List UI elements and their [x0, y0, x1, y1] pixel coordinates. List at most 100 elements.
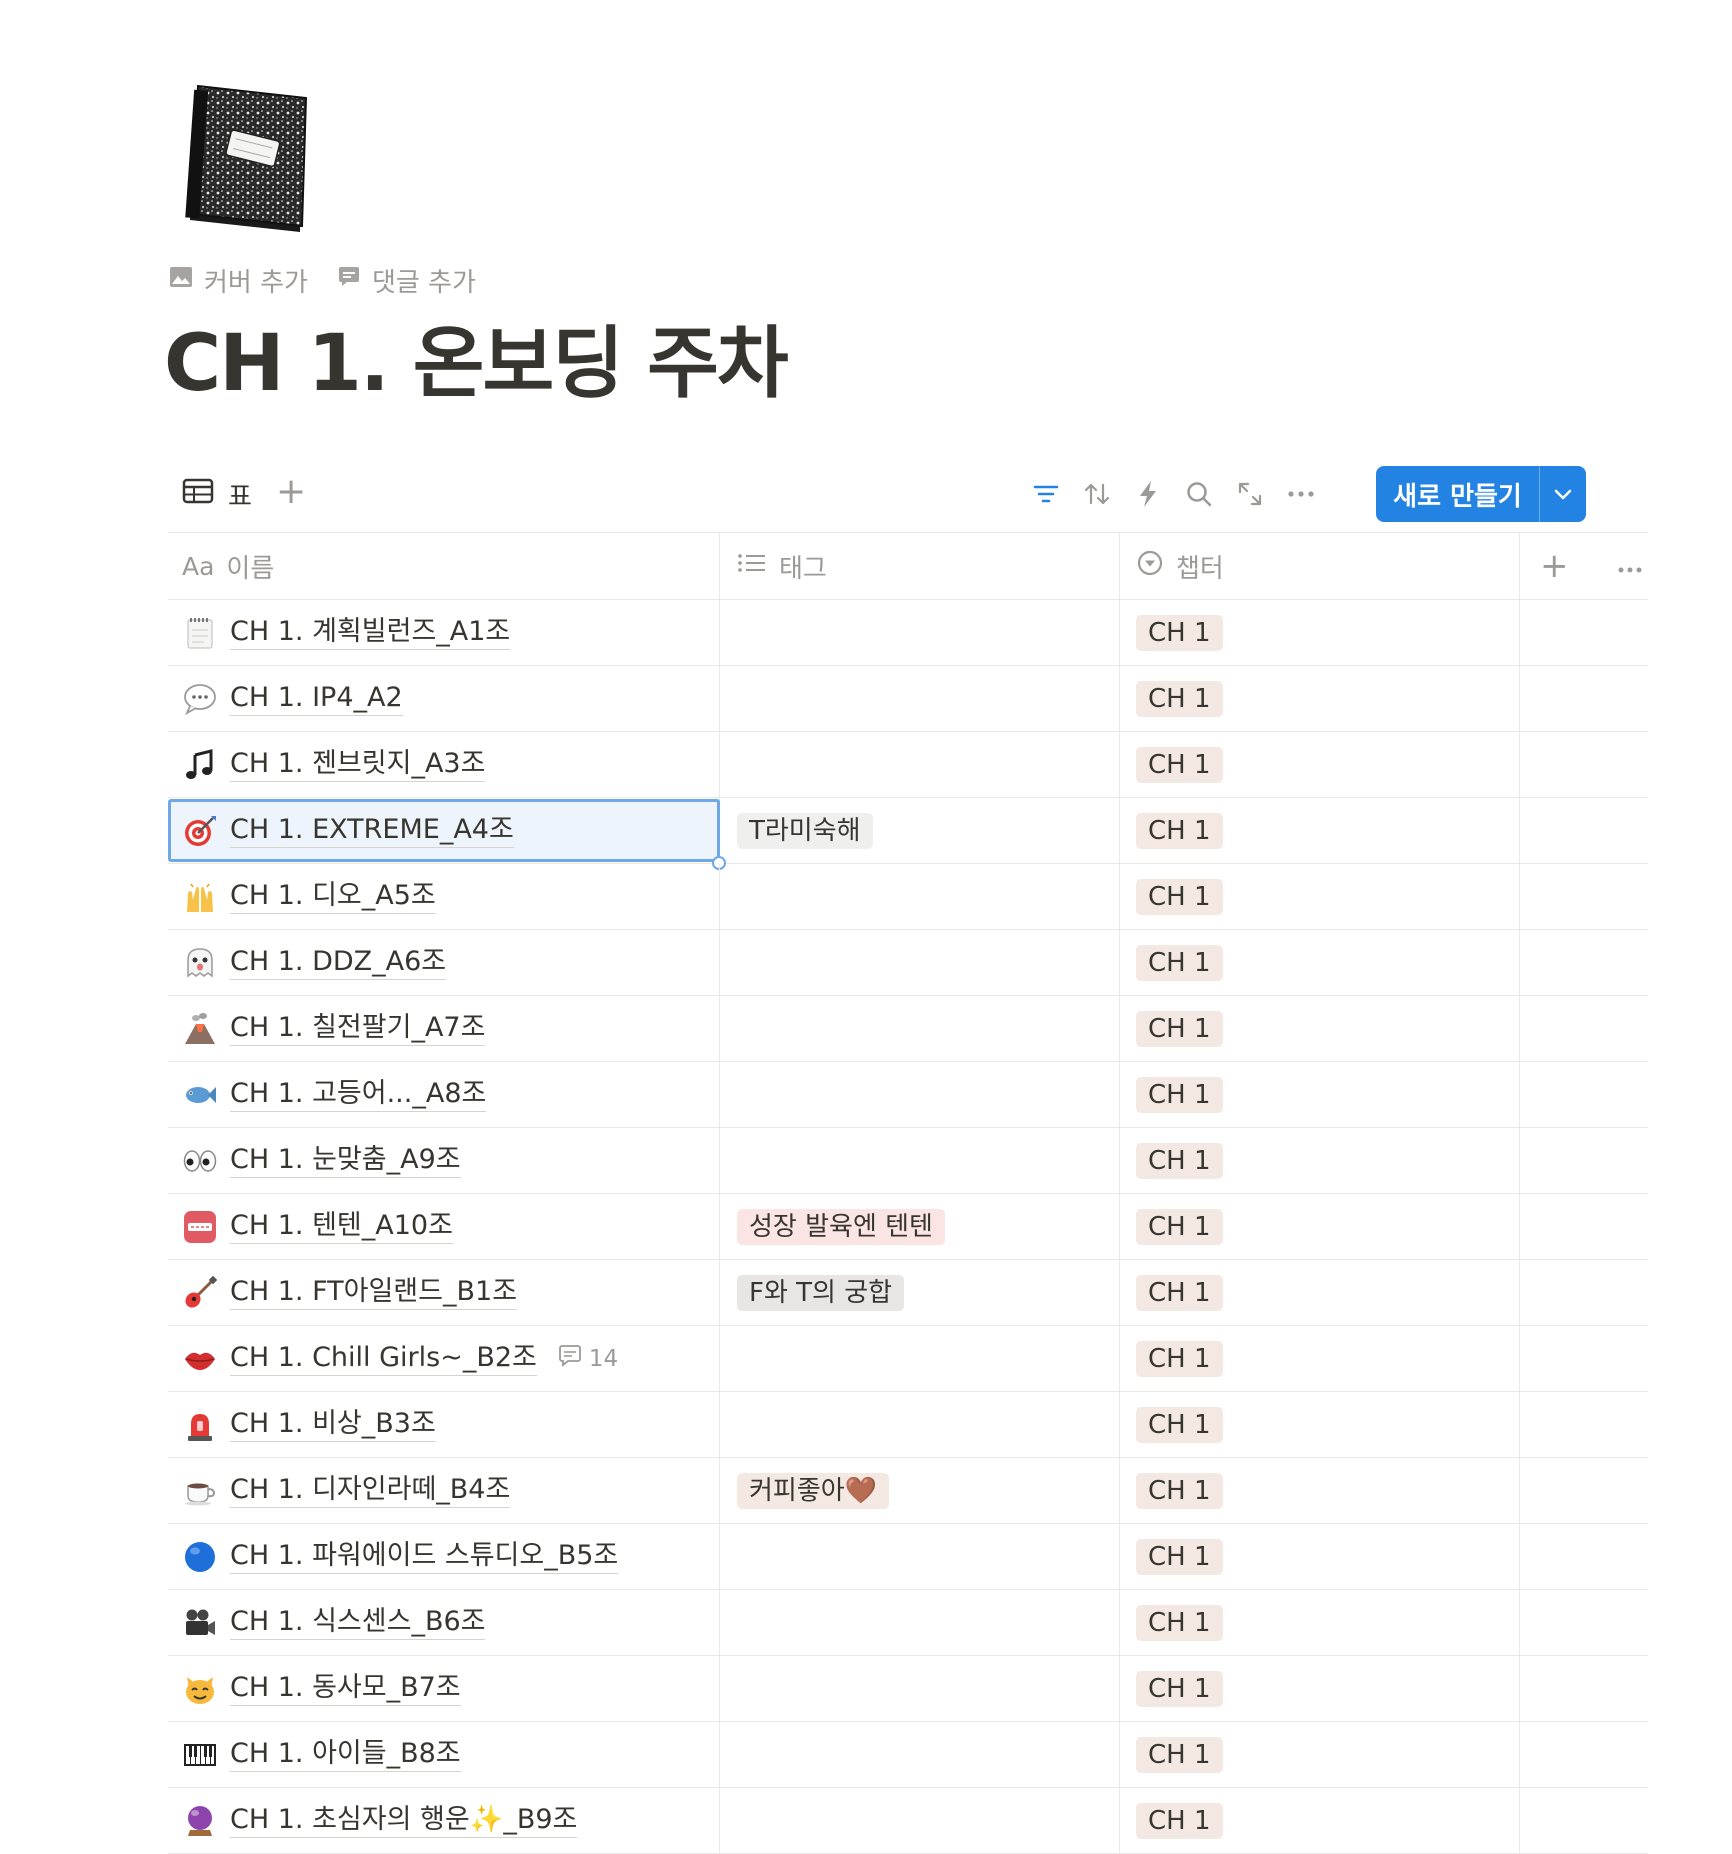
cell-chapter[interactable]: CH 1 — [1120, 600, 1520, 665]
cell-chapter[interactable]: CH 1 — [1120, 1194, 1520, 1259]
cell-tag[interactable] — [720, 1590, 1120, 1655]
siren-icon[interactable] — [182, 1407, 218, 1443]
add-view-button[interactable]: + — [276, 470, 306, 514]
cell-tag[interactable] — [720, 1392, 1120, 1457]
cell-chapter[interactable]: CH 1 — [1120, 798, 1520, 863]
row-title[interactable]: CH 1. DDZ_A6조 — [230, 945, 447, 980]
table-row[interactable]: CH 1. 칠전팔기_A7조 CH 1 — [168, 996, 1648, 1062]
cell-name[interactable]: CH 1. Chill Girls~_B2조 14 — [168, 1326, 720, 1391]
row-title[interactable]: CH 1. 식스센스_B6조 — [230, 1605, 486, 1640]
sort-icon[interactable] — [1079, 476, 1115, 512]
cell-chapter[interactable]: CH 1 — [1120, 1458, 1520, 1523]
cell-name[interactable]: CH 1. 비상_B3조 — [168, 1392, 720, 1457]
table-row[interactable]: CH 1. 비상_B3조 CH 1 — [168, 1392, 1648, 1458]
cell-tag[interactable] — [720, 666, 1120, 731]
cell-tag[interactable] — [720, 600, 1120, 665]
table-row[interactable]: CH 1. 초심자의 행운✨_B9조 CH 1 — [168, 1788, 1648, 1854]
comment-count[interactable]: 14 — [557, 1344, 618, 1374]
cell-name[interactable]: CH 1. EXTREME_A4조 — [168, 798, 726, 870]
cell-name[interactable]: CH 1. 고등어..._A8조 — [168, 1062, 720, 1127]
guitar-icon[interactable] — [182, 1275, 218, 1311]
piano-keys-icon[interactable] — [182, 1737, 218, 1773]
page-title[interactable]: CH 1. 온보딩 주차 — [164, 318, 789, 412]
column-header-name[interactable]: Aa 이름 — [168, 533, 720, 599]
notebook-icon[interactable] — [176, 80, 312, 240]
table-row[interactable]: CH 1. 동사모_B7조 CH 1 — [168, 1656, 1648, 1722]
fish-icon[interactable] — [182, 1077, 218, 1113]
cell-chapter[interactable]: CH 1 — [1120, 732, 1520, 797]
row-title[interactable]: CH 1. 비상_B3조 — [230, 1407, 436, 1442]
cell-chapter[interactable]: CH 1 — [1120, 1128, 1520, 1193]
eyes-icon[interactable] — [182, 1143, 218, 1179]
cell-chapter[interactable]: CH 1 — [1120, 1062, 1520, 1127]
coffee-icon[interactable] — [182, 1473, 218, 1509]
cell-chapter[interactable]: CH 1 — [1120, 1524, 1520, 1589]
cell-chapter[interactable]: CH 1 — [1120, 1590, 1520, 1655]
music-note-icon[interactable] — [182, 747, 218, 783]
row-title[interactable]: CH 1. IP4_A2 — [230, 681, 403, 716]
cell-tag[interactable] — [720, 1062, 1120, 1127]
automation-icon[interactable] — [1130, 476, 1166, 512]
table-row[interactable]: CH 1. 고등어..._A8조 CH 1 — [168, 1062, 1648, 1128]
cell-tag[interactable] — [720, 864, 1120, 929]
row-title[interactable]: CH 1. 파워에이드 스튜디오_B5조 — [230, 1539, 619, 1574]
cat-face-icon[interactable] — [182, 1671, 218, 1707]
row-title[interactable]: CH 1. 칠전팔기_A7조 — [230, 1011, 486, 1046]
cell-chapter[interactable]: CH 1 — [1120, 1722, 1520, 1787]
cell-chapter[interactable]: CH 1 — [1120, 930, 1520, 995]
cell-name[interactable]: CH 1. 파워에이드 스튜디오_B5조 — [168, 1524, 720, 1589]
cell-tag[interactable] — [720, 1326, 1120, 1391]
table-row[interactable]: CH 1. 젠브릿지_A3조 CH 1 — [168, 732, 1648, 798]
cell-tag[interactable] — [720, 996, 1120, 1061]
add-cover-button[interactable]: 커버 추가 — [168, 262, 308, 299]
cell-chapter[interactable]: CH 1 — [1120, 996, 1520, 1061]
row-title[interactable]: CH 1. EXTREME_A4조 — [230, 813, 514, 848]
cell-chapter[interactable]: CH 1 — [1120, 666, 1520, 731]
search-icon[interactable] — [1181, 476, 1217, 512]
cell-name[interactable]: CH 1. IP4_A2 — [168, 666, 720, 731]
cell-tag[interactable]: T라미숙해 — [720, 798, 1120, 863]
cell-chapter[interactable]: CH 1 — [1120, 1788, 1520, 1853]
raised-hands-icon[interactable] — [182, 879, 218, 915]
cell-tag[interactable] — [720, 930, 1120, 995]
cell-chapter[interactable]: CH 1 — [1120, 1656, 1520, 1721]
table-row[interactable]: CH 1. 계획빌런즈_A1조 CH 1 — [168, 600, 1648, 666]
add-comment-button[interactable]: 댓글 추가 — [336, 262, 476, 299]
expand-icon[interactable] — [1232, 476, 1268, 512]
crystal-ball-icon[interactable] — [182, 1803, 218, 1839]
cell-name[interactable]: CH 1. 계획빌런즈_A1조 — [168, 600, 720, 665]
tenten-logo-icon[interactable] — [182, 1209, 218, 1245]
speech-bubble-icon[interactable] — [182, 681, 218, 717]
row-title[interactable]: CH 1. 텐텐_A10조 — [230, 1209, 453, 1244]
cell-name[interactable]: CH 1. FT아일랜드_B1조 — [168, 1260, 720, 1325]
row-title[interactable]: CH 1. 고등어..._A8조 — [230, 1077, 487, 1112]
filter-icon[interactable] — [1028, 476, 1064, 512]
cell-name[interactable]: CH 1. DDZ_A6조 — [168, 930, 720, 995]
ghost-icon[interactable] — [182, 945, 218, 981]
row-title[interactable]: CH 1. 눈맞춤_A9조 — [230, 1143, 461, 1178]
table-row[interactable]: CH 1. Chill Girls~_B2조 14 CH 1 — [168, 1326, 1648, 1392]
row-title[interactable]: CH 1. Chill Girls~_B2조 — [230, 1341, 537, 1376]
cell-name[interactable]: CH 1. 초심자의 행운✨_B9조 — [168, 1788, 720, 1853]
dart-target-icon[interactable] — [182, 813, 218, 849]
row-title[interactable]: CH 1. 계획빌런즈_A1조 — [230, 615, 511, 650]
cell-tag[interactable] — [720, 732, 1120, 797]
view-tab-table[interactable]: 표 — [182, 476, 252, 513]
blue-circle-icon[interactable] — [182, 1539, 218, 1575]
table-row[interactable]: CH 1. 파워에이드 스튜디오_B5조 CH 1 — [168, 1524, 1648, 1590]
cell-tag[interactable]: 커피좋아🤎 — [720, 1458, 1120, 1523]
row-title[interactable]: CH 1. 초심자의 행운✨_B9조 — [230, 1803, 578, 1838]
more-icon[interactable] — [1617, 551, 1643, 581]
new-button[interactable]: 새로 만들기 — [1376, 466, 1586, 522]
cell-tag[interactable] — [720, 1788, 1120, 1853]
column-header-tag[interactable]: 태그 — [720, 533, 1120, 599]
table-row[interactable]: CH 1. 아이들_B8조 CH 1 — [168, 1722, 1648, 1788]
cell-name[interactable]: CH 1. 칠전팔기_A7조 — [168, 996, 720, 1061]
chevron-down-icon[interactable] — [1540, 466, 1586, 522]
cell-name[interactable]: CH 1. 눈맞춤_A9조 — [168, 1128, 720, 1193]
lips-icon[interactable] — [182, 1341, 218, 1377]
cell-tag[interactable] — [720, 1524, 1120, 1589]
cell-tag[interactable]: F와 T의 궁합 — [720, 1260, 1120, 1325]
row-title[interactable]: CH 1. 젠브릿지_A3조 — [230, 747, 486, 782]
cell-name[interactable]: CH 1. 아이들_B8조 — [168, 1722, 720, 1787]
